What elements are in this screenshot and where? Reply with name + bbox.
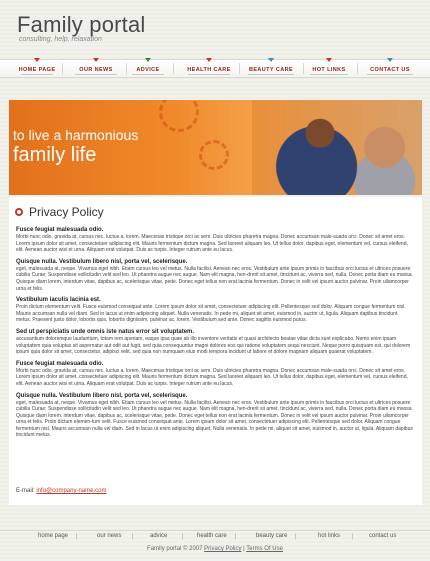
nav-item-label: home page [18, 67, 56, 73]
nav-separator [173, 63, 174, 74]
footer-separator: | [131, 534, 134, 540]
footer-separator: | [295, 534, 297, 540]
nav-separator [62, 63, 63, 74]
nav-item-hot-links[interactable]: hot links [306, 58, 352, 77]
email-line: E-mail: info@company-name.com [16, 488, 106, 494]
sun-decoration-icon [199, 140, 229, 170]
section-title: Quisque nulla. Vestibulum libero nisl, p… [16, 392, 188, 399]
nav-arrow-icon [268, 58, 274, 62]
policy-text: Fusce feugiat malesuada odio. Morbi nunc … [16, 227, 413, 444]
nav-item-our-news[interactable]: our news [71, 58, 121, 77]
policy-section: Quisque nulla. Vestibulum libero nisl, p… [16, 393, 413, 440]
nav-underline [132, 74, 164, 75]
nav-separator [239, 63, 240, 74]
page-title: Privacy Policy [29, 205, 104, 219]
nav-item-contact-us[interactable]: contact us [363, 58, 417, 77]
site-tagline: consulting, help, relaxation [19, 36, 102, 43]
nav-item-label: advice [136, 67, 160, 73]
nav-arrow-icon [93, 58, 99, 62]
policy-section: Quisque nulla. Vestibulum libero nisl, p… [16, 259, 413, 292]
nav-separator [303, 63, 304, 74]
nav-item-advice[interactable]: advice [128, 58, 168, 77]
sun-decoration-icon [159, 100, 199, 132]
footer-link-our-news[interactable]: our news [97, 533, 121, 539]
nav-item-beauty-care[interactable]: beauty care [244, 58, 298, 77]
section-body: eget, malesuada at, neque. Vivamus eget … [16, 399, 413, 439]
copyright-text: Family portal © 2007 [147, 546, 203, 552]
footer-link-home-page[interactable]: home page [38, 533, 68, 539]
nav-arrow-icon [206, 58, 212, 62]
section-title: Sed ut perspiciatis unde omnis iste natu… [16, 328, 195, 335]
policy-section: Fusce feugiat malesuada odio. Morbi nunc … [16, 361, 413, 388]
footer-link-health-care[interactable]: health care [197, 533, 227, 539]
section-title: Vestibulum iaculis lacinia est. [16, 297, 101, 304]
banner-headline: to live a harmonious [13, 127, 139, 143]
copyright-separator: | [243, 546, 245, 552]
footer-link-beauty-care[interactable]: beauty care [256, 533, 287, 539]
nav-item-label: beauty care [248, 67, 294, 73]
policy-section: Vestibulum iaculis lacinia est. Proin dic… [16, 297, 413, 324]
nav-arrow-icon [387, 58, 393, 62]
nav-item-label: health care [187, 67, 231, 73]
nav-item-label: our news [79, 67, 113, 73]
section-body: Morbi nunc odio, gravida at, cursus nec,… [16, 367, 408, 387]
nav-underline [310, 74, 348, 75]
footer-separator: | [75, 534, 78, 540]
footer-separator: | [351, 534, 354, 540]
nav-arrow-icon [34, 58, 40, 62]
nav-separator [126, 63, 127, 74]
footer-terms-link[interactable]: Terms Of Use [246, 546, 283, 552]
nav-arrow-icon [145, 58, 151, 62]
nav-item-label: hot links [312, 67, 346, 73]
nav-item-home-page[interactable]: home page [17, 58, 57, 77]
circle-bullet-icon [15, 208, 23, 216]
section-title: Quisque nulla. Vestibulum libero nisl, p… [16, 258, 188, 265]
nav-underline [21, 74, 53, 75]
banner-subheadline: family life [13, 144, 97, 166]
footer-privacy-link[interactable]: Privacy Policy [204, 546, 241, 552]
section-title: Fusce feugiat malesuada odio. [16, 227, 104, 233]
site-header: Family portal consulting, help, relaxati… [0, 0, 430, 58]
section-body: Proin dictum elementum velit. Fusce euis… [16, 304, 406, 324]
footer-separator: | [234, 534, 237, 540]
nav-separator [357, 63, 358, 74]
footer-link-advice[interactable]: advice [150, 533, 167, 539]
nav-underline [248, 74, 294, 75]
policy-section: Sed ut perspiciatis unde omnis iste natu… [16, 329, 413, 356]
section-body: eget, malesuada at, neque. Vivamus eget … [16, 265, 413, 292]
section-body: Morbi nunc odio, gravida at, cursus nec,… [16, 234, 408, 254]
nav-item-health-care[interactable]: health care [184, 58, 234, 77]
nav-item-label: contact us [370, 67, 410, 73]
footer-link-hot-links[interactable]: hot links [318, 533, 340, 539]
copyright-line: Family portal © 2007 Privacy Policy | Te… [0, 546, 430, 552]
nav-underline [188, 74, 230, 75]
site-logo-title[interactable]: Family portal [17, 12, 146, 38]
nav-underline [75, 74, 117, 75]
email-link[interactable]: info@company-name.com [36, 488, 106, 494]
footer-link-contact-us[interactable]: contact us [369, 533, 396, 539]
footer-separator: | [181, 534, 184, 540]
email-label: E-mail: [16, 488, 37, 494]
family-photo [252, 100, 422, 195]
nav-arrow-icon [326, 58, 332, 62]
section-title: Fusce feugiat malesuada odio. [16, 360, 104, 367]
section-body: accusantium doloremque laudantium, totam… [16, 335, 411, 356]
nav-underline [367, 74, 413, 75]
policy-section: Fusce feugiat malesuada odio. Morbi nunc … [16, 227, 413, 254]
page-heading: Privacy Policy [15, 205, 104, 219]
